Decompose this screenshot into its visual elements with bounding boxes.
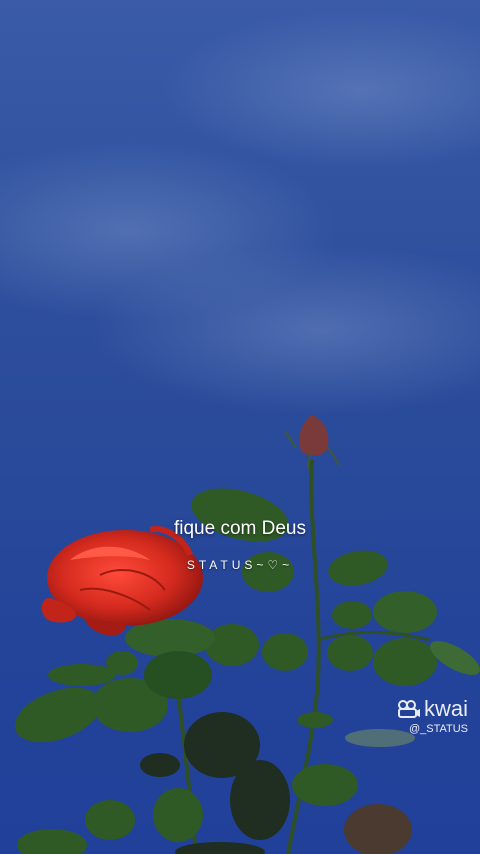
leaf: [373, 591, 437, 633]
leaf: [292, 764, 358, 806]
leaf: [14, 687, 102, 743]
leaf: [297, 712, 333, 728]
leaf: [262, 633, 308, 671]
rose-petal: [85, 620, 126, 636]
caption-title: fique com Deus: [173, 518, 306, 539]
leaf: [191, 488, 289, 542]
watermark-brand: kwai: [423, 696, 468, 721]
leaf: [230, 760, 290, 840]
leaf: [175, 842, 265, 854]
watermark-handle: @_STATUS: [408, 723, 468, 735]
video-frame: fique com Deus STATUS~♡~ kwai @_STATUS: [0, 0, 480, 854]
leaf: [327, 635, 373, 671]
leaf: [140, 753, 180, 777]
leaf: [17, 829, 87, 854]
cloud: [160, 10, 480, 170]
camera-icon: [397, 700, 420, 718]
leaf: [48, 664, 116, 686]
leaf: [144, 651, 212, 699]
kwai-watermark: kwai @_STATUS: [397, 696, 468, 735]
leaf: [153, 788, 203, 842]
leaf: [205, 624, 259, 666]
leaf: [106, 651, 138, 675]
leaf: [332, 601, 372, 629]
leaf: [344, 804, 412, 854]
leaf: [373, 638, 437, 686]
caption-subtitle: STATUS~♡~: [186, 558, 294, 572]
leaf: [85, 800, 135, 840]
rose-bud: [299, 415, 329, 456]
